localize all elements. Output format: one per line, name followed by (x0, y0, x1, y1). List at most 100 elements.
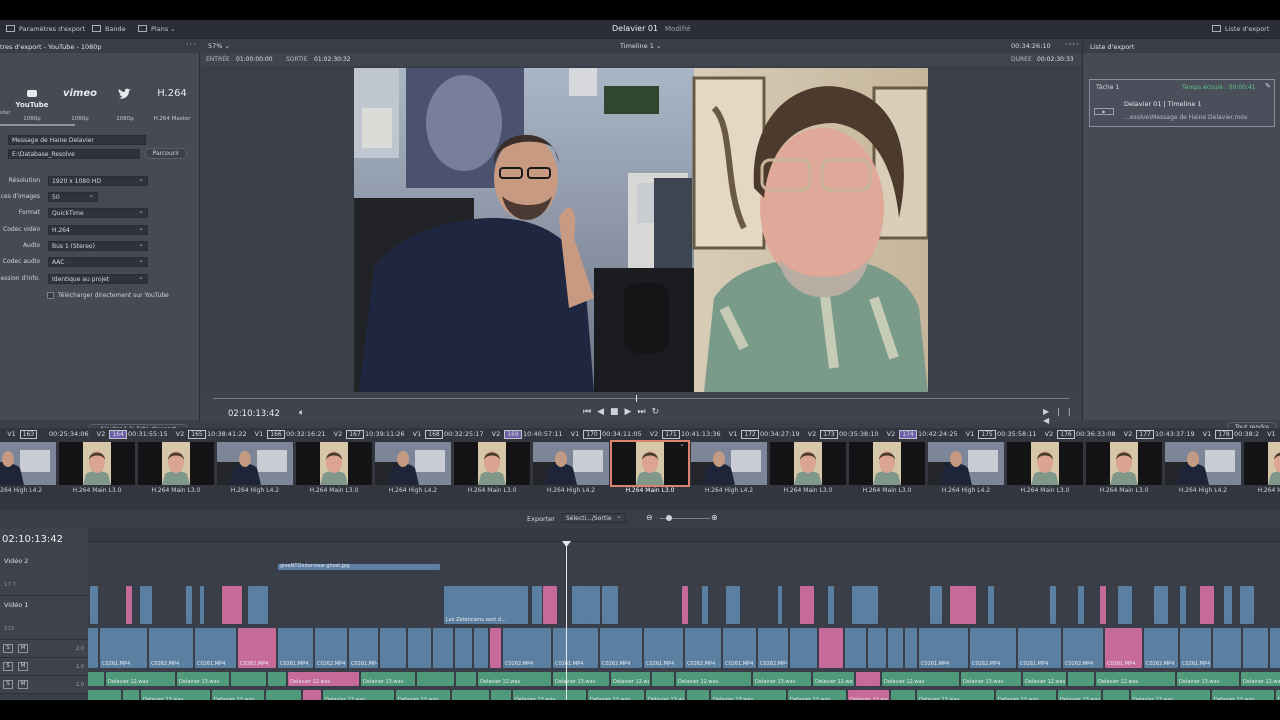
resolution-select[interactable]: 1920 x 1080 HD (48, 175, 148, 186)
timeline-clip-v1[interactable] (819, 628, 843, 668)
playhead-marker-icon[interactable] (562, 541, 571, 547)
upload-youtube-checkbox[interactable] (47, 292, 54, 299)
timeline-audio-clip[interactable] (266, 690, 301, 700)
timeline-clip-v2[interactable] (126, 586, 132, 624)
timeline-clip-v1[interactable]: C0261.MP4 (1018, 628, 1061, 668)
solo-button-a1[interactable]: S (3, 644, 13, 653)
filename-input[interactable]: Message de Haine Delavier (8, 135, 146, 145)
go-to-end-icon[interactable]: ⏭︎ (637, 407, 651, 417)
clip-thumbnail[interactable] (296, 442, 372, 485)
track-header-audio1[interactable]: S M 2.0 (0, 640, 88, 658)
timeline-clip-v1[interactable]: C0262.MP4 (503, 628, 551, 668)
timeline-clip-v2[interactable] (1154, 586, 1168, 624)
timeline-audio-clip[interactable]: Delavier 12.wav (882, 672, 959, 686)
timeline-clip-v2[interactable] (248, 586, 268, 624)
timeline-audio-clip[interactable] (303, 690, 321, 700)
shots-toggle[interactable]: Plans ⌄ (138, 25, 176, 33)
solo-button-a3[interactable]: S (3, 680, 13, 689)
timeline-audio-clip[interactable]: Delavier 12.wav (588, 690, 644, 700)
timeline-clip-v2[interactable] (1050, 586, 1056, 624)
timeline-clip-v2[interactable] (702, 586, 708, 624)
timeline-clip-v1[interactable]: C0261.MP4 (100, 628, 147, 668)
format-select[interactable]: QuickTime (48, 207, 148, 218)
timeline-clip-v2[interactable] (1180, 586, 1186, 624)
timeline-clip-v2[interactable] (140, 586, 152, 624)
zoom-select[interactable]: 57% ⌄ (208, 42, 230, 50)
timeline-audio-clip[interactable]: Delavier 13.wav (177, 672, 229, 686)
timeline-audio-clip[interactable]: Delavier 13.wav (1131, 690, 1210, 700)
timeline-audio-clip[interactable]: Delavier 12.wav (478, 672, 551, 686)
timeline-audio-clip[interactable]: Delavier 12.wav (396, 690, 450, 700)
mute-button-a3[interactable]: M (18, 680, 28, 689)
framerate-select[interactable]: 50 (48, 191, 98, 202)
clip-thumbnail[interactable] (454, 442, 530, 485)
timeline-playhead[interactable] (566, 544, 567, 700)
strip-toggle[interactable]: Bande (92, 25, 126, 33)
timeline-clip-v2[interactable] (930, 586, 942, 624)
timeline-audio-clip[interactable] (231, 672, 266, 686)
clip-thumbnail[interactable] (138, 442, 214, 485)
clip-thumbnail[interactable] (691, 442, 767, 485)
timeline-clip-v2[interactable] (1118, 586, 1132, 624)
timeline-clip-v2[interactable] (778, 586, 782, 624)
timeline-audio-clip[interactable]: Delavier 13.wav (141, 690, 210, 700)
overlay-title-clip[interactable]: giveNTOinterview-ghost.jpg (278, 563, 440, 570)
zoom-slider-handle[interactable] (666, 515, 672, 521)
timeline-audio-clip[interactable]: Delavier 13.wav (323, 690, 394, 700)
timeline-clip-v2[interactable] (543, 586, 557, 624)
timeline-clip-v1[interactable]: C0262.MP4 (149, 628, 193, 668)
play-icon[interactable]: ▶︎ (625, 407, 638, 417)
clip-thumbnail[interactable] (375, 442, 451, 485)
timeline-audio-clip[interactable]: Delavier 13.wav (753, 672, 811, 686)
clip-thumbnail[interactable] (217, 442, 293, 485)
clip-thumbnail[interactable] (1165, 442, 1241, 485)
queue-options-icon[interactable]: ··· (1069, 40, 1080, 49)
clip-thumbnail[interactable] (928, 442, 1004, 485)
timeline-audio-clip[interactable] (456, 672, 476, 686)
timeline-clip-v2[interactable] (1224, 586, 1232, 624)
timeline-clip-v1[interactable] (455, 628, 472, 668)
timeline-audio-clip[interactable]: Delavier 12.wav (676, 672, 751, 686)
timeline-clip-v1[interactable] (380, 628, 406, 668)
scrubber-track[interactable] (213, 398, 1069, 399)
timeline-audio-clip[interactable] (687, 690, 709, 700)
timeline-clip-v2[interactable]: Les Zététiciens sont d... (444, 586, 528, 624)
timeline-clip-v1[interactable]: C0261.MP4 (644, 628, 683, 668)
timeline-audio-clip[interactable] (1103, 690, 1129, 700)
timeline-clip-v1[interactable] (1213, 628, 1241, 668)
clip-thumbnail[interactable] (610, 440, 690, 487)
timeline-clip-v1[interactable]: C0261.MP4 (553, 628, 598, 668)
stop-icon[interactable]: ■ (610, 407, 625, 417)
clip-thumbnail[interactable] (533, 442, 609, 485)
timeline-clip-v2[interactable] (1100, 586, 1106, 624)
timeline-clip-v2[interactable] (1200, 586, 1214, 624)
timeline-clip-v1[interactable] (474, 628, 488, 668)
timeline-clip-v1[interactable] (1270, 628, 1280, 668)
timeline-clip-v1[interactable]: C0261.MP4 (1105, 628, 1142, 668)
zoom-out-icon[interactable]: ⊖ (646, 513, 653, 522)
timeline-clip-v2[interactable] (602, 586, 618, 624)
timeline-audio-clip[interactable]: Delavier 13.wav (646, 690, 685, 700)
preset-vimeo[interactable]: vimeo 1080p (58, 88, 102, 122)
timeline-clip-v2[interactable] (572, 586, 586, 624)
preset-h264[interactable]: H.264 H.264 Master (152, 88, 192, 122)
mute-button-a1[interactable]: M (18, 644, 28, 653)
timeline-audio-clip[interactable] (491, 690, 511, 700)
timeline-audio-clip[interactable]: Delavier 13.wav (361, 672, 415, 686)
timeline-clip-v1[interactable] (868, 628, 886, 668)
timeline-clip-v2[interactable] (1240, 586, 1254, 624)
next-clip-icon[interactable]: ▶︎| (1043, 407, 1068, 416)
timeline-audio-clip[interactable]: Delavier 13.wav (711, 690, 786, 700)
timeline-audio-clip[interactable] (1068, 672, 1094, 686)
volume-icon[interactable]: 🔈︎ (299, 408, 304, 418)
loop-icon[interactable]: ↻ (652, 407, 666, 417)
timeline-clip-v1[interactable] (490, 628, 501, 668)
timeline-clip-v1[interactable] (888, 628, 903, 668)
timeline-clip-v2[interactable] (586, 586, 600, 624)
timeline-clip-v2[interactable] (726, 586, 740, 624)
track-header-audio3[interactable]: S M 1.0 (0, 676, 88, 694)
timeline-clip-v1[interactable]: C0262.MP4 (600, 628, 642, 668)
timeline-clip-v2[interactable] (828, 586, 834, 624)
timeline-clip-v2[interactable] (90, 586, 98, 624)
video-codec-select[interactable]: H.264 (48, 224, 148, 235)
